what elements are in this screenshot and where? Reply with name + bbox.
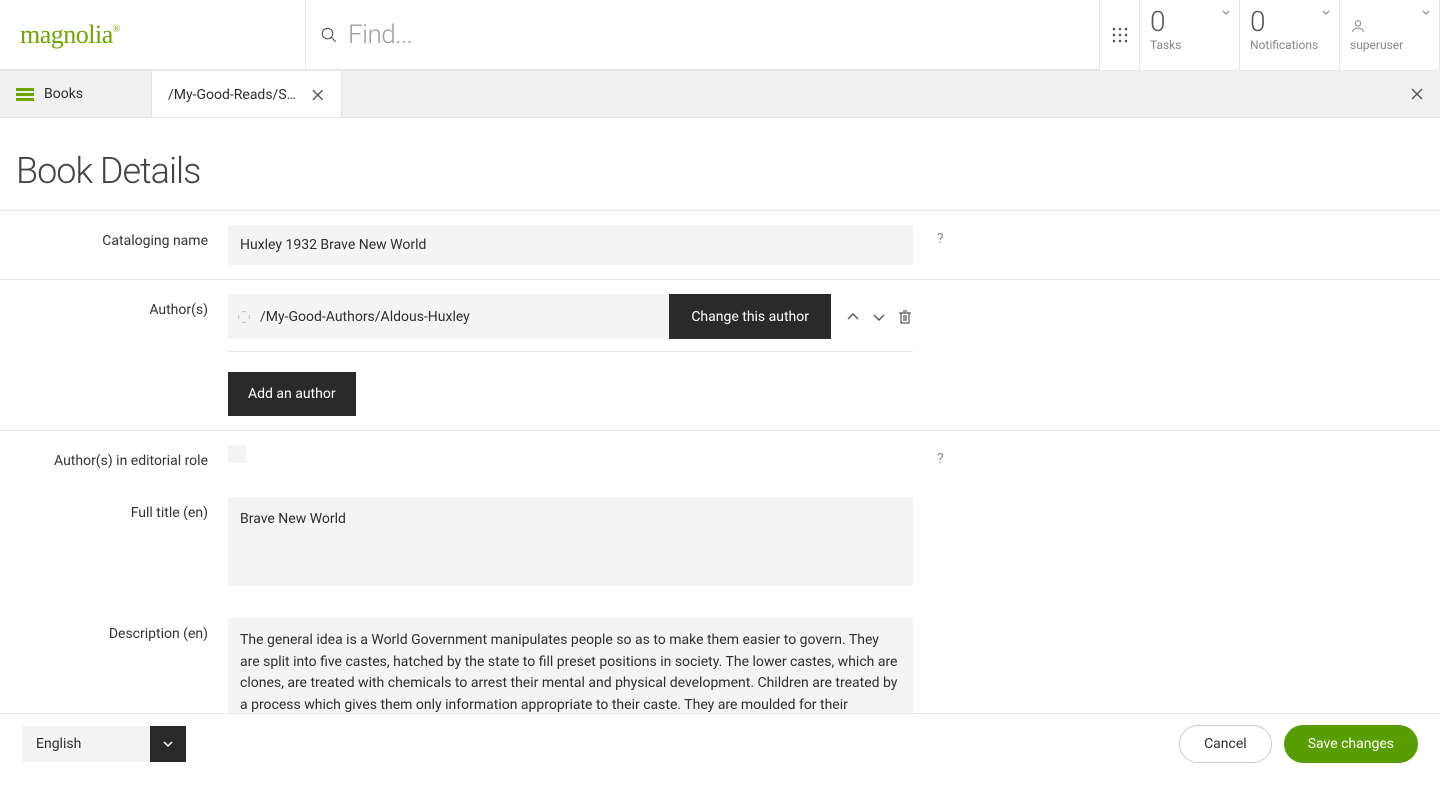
chevron-down-icon	[162, 738, 174, 750]
divider	[228, 351, 913, 352]
close-icon[interactable]	[311, 88, 325, 102]
tab-books[interactable]: Books	[0, 71, 152, 117]
trash-icon[interactable]	[897, 309, 913, 325]
row-full-title: Full title (en)	[0, 483, 1440, 604]
list-icon	[16, 87, 34, 101]
grid-icon	[1112, 27, 1128, 43]
logo-cell: magnolia®	[0, 0, 306, 70]
author-actions	[845, 309, 913, 325]
notifications-counter[interactable]: 0 Notifications	[1240, 0, 1340, 70]
tab-detail[interactable]: /My-Good-Reads/Sc...	[152, 71, 342, 117]
brand-logo: magnolia®	[20, 20, 120, 50]
label-editorial: Author(s) in editorial role	[0, 445, 228, 469]
help-icon[interactable]: ?	[913, 225, 963, 265]
language-dropdown-arrow[interactable]	[150, 726, 186, 762]
tab-label: /My-Good-Reads/Sc...	[168, 87, 301, 103]
cataloging-name-input[interactable]	[228, 225, 913, 265]
add-author-button[interactable]: Add an author	[228, 372, 356, 416]
cancel-button[interactable]: Cancel	[1179, 725, 1272, 763]
drag-handle-icon[interactable]	[238, 311, 250, 323]
language-label: English	[22, 726, 150, 762]
user-menu[interactable]: superuser	[1340, 0, 1440, 70]
app-header: magnolia® 0 Tasks 0 Notifications superu…	[0, 0, 1440, 71]
editorial-checkbox[interactable]	[228, 445, 246, 463]
chevron-down-icon	[1321, 8, 1331, 18]
page-title: Book Details	[0, 118, 1440, 210]
author-entry: /My-Good-Authors/Aldous-Huxley Change th…	[228, 294, 913, 339]
tasks-counter[interactable]: 0 Tasks	[1140, 0, 1240, 70]
form: Cataloging name ? Author(s) /My-Good-Aut…	[0, 210, 1440, 790]
close-all-icon[interactable]	[1410, 87, 1424, 101]
tab-label: Books	[44, 86, 83, 102]
label-cataloging-name: Cataloging name	[0, 225, 228, 265]
search-input[interactable]	[348, 20, 748, 50]
label-authors: Author(s)	[0, 294, 228, 416]
label-full-title: Full title (en)	[0, 497, 228, 590]
tasks-label: Tasks	[1150, 38, 1229, 52]
row-authors: Author(s) /My-Good-Authors/Aldous-Huxley…	[0, 280, 1440, 431]
change-author-button[interactable]: Change this author	[669, 294, 831, 339]
full-title-input[interactable]	[228, 497, 913, 586]
language-select[interactable]: English	[22, 726, 186, 762]
user-label: superuser	[1350, 38, 1429, 52]
notifications-count: 0	[1250, 8, 1329, 36]
row-cataloging-name: Cataloging name ?	[0, 211, 1440, 280]
footer-bar: English Cancel Save changes	[0, 713, 1440, 773]
user-icon	[1350, 18, 1366, 34]
chevron-down-icon	[1221, 8, 1231, 18]
row-editorial: Author(s) in editorial role ?	[0, 431, 1440, 483]
footer-buttons: Cancel Save changes	[1179, 725, 1418, 763]
move-up-icon[interactable]	[845, 309, 861, 325]
tasks-count: 0	[1150, 8, 1229, 36]
search-cell[interactable]	[306, 0, 1100, 70]
search-icon	[320, 26, 338, 44]
help-icon[interactable]: ?	[913, 445, 963, 469]
tabs-bar: Books /My-Good-Reads/Sc...	[0, 71, 1440, 118]
apps-launcher[interactable]	[1100, 0, 1140, 70]
author-path-field[interactable]: /My-Good-Authors/Aldous-Huxley	[228, 294, 669, 339]
author-path: /My-Good-Authors/Aldous-Huxley	[260, 309, 470, 325]
chevron-down-icon	[1421, 8, 1431, 18]
notifications-label: Notifications	[1250, 38, 1329, 52]
move-down-icon[interactable]	[871, 309, 887, 325]
save-button[interactable]: Save changes	[1284, 725, 1418, 763]
